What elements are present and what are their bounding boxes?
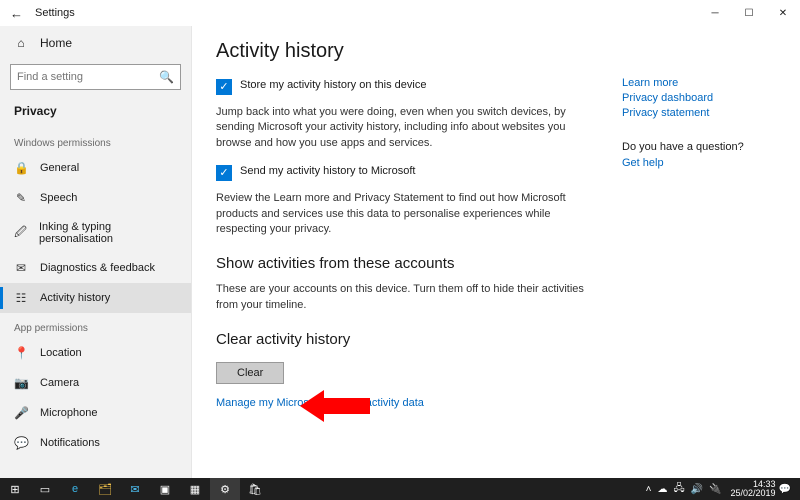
checkbox-label: Store my activity history on this device — [240, 79, 426, 91]
manage-link[interactable]: Manage my Microsoft account activity dat… — [216, 397, 598, 409]
group-app-permissions: App permissions — [0, 313, 191, 338]
sidebar-item-label: Location — [40, 347, 82, 359]
group-windows-permissions: Windows permissions — [0, 128, 191, 153]
checkbox-send-history[interactable]: ✓ Send my activity history to Microsoft — [216, 165, 598, 181]
sidebar-item-label: Microphone — [40, 407, 97, 419]
system-tray[interactable]: ˄ ☁ 🖧 🔊 🔌 14:33 25/02/2019 💬 — [643, 480, 800, 498]
maximize-button[interactable]: ☐ — [732, 0, 766, 26]
camera-icon: 📷 — [14, 376, 28, 390]
taskbar-app-explorer[interactable]: 🗂 — [90, 478, 120, 500]
home-label: Home — [40, 36, 72, 50]
checkbox-icon: ✓ — [216, 165, 232, 181]
description-send: Review the Learn more and Privacy Statem… — [216, 191, 598, 237]
window-title: Settings — [35, 7, 698, 19]
sidebar-item-label: Inking & typing personalisation — [39, 221, 177, 245]
description-store: Jump back into what you were doing, even… — [216, 105, 598, 151]
sidebar-item-general[interactable]: 🔒 General — [0, 153, 191, 183]
tray-network-icon[interactable]: 🖧 — [673, 481, 684, 498]
action-center-icon[interactable]: 💬 — [779, 484, 791, 495]
history-icon: ☷ — [14, 291, 28, 305]
speech-icon: ✎ — [14, 191, 28, 205]
sidebar-item-label: Camera — [40, 377, 79, 389]
help-question: Do you have a question? — [622, 141, 760, 153]
checkbox-icon: ✓ — [216, 79, 232, 95]
taskbar-clock[interactable]: 14:33 25/02/2019 — [731, 480, 776, 498]
sidebar-item-diagnostics[interactable]: ✉ Diagnostics & feedback — [0, 253, 191, 283]
sidebar: ⌂ Home 🔍 Privacy Windows permissions 🔒 G… — [0, 26, 192, 478]
sidebar-item-notifications[interactable]: 💬 Notifications — [0, 428, 191, 458]
checkbox-store-history[interactable]: ✓ Store my activity history on this devi… — [216, 79, 598, 95]
sidebar-category: Privacy — [0, 98, 191, 128]
search-input[interactable] — [17, 71, 159, 83]
sidebar-item-location[interactable]: 📍 Location — [0, 338, 191, 368]
title-bar: ← Settings ─ ☐ ✕ — [0, 0, 800, 26]
sidebar-item-camera[interactable]: 📷 Camera — [0, 368, 191, 398]
sidebar-item-activity-history[interactable]: ☷ Activity history — [0, 283, 191, 313]
location-icon: 📍 — [14, 346, 28, 360]
sidebar-item-label: Notifications — [40, 437, 100, 449]
sidebar-home[interactable]: ⌂ Home — [0, 30, 191, 56]
help-column: Learn more Privacy dashboard Privacy sta… — [622, 26, 772, 478]
description-accounts: These are your accounts on this device. … — [216, 282, 598, 313]
content-area: Activity history ✓ Store my activity his… — [192, 26, 800, 478]
search-icon: 🔍 — [159, 70, 174, 84]
taskbar-app-store[interactable]: 🛍 — [240, 478, 270, 500]
notifications-icon: 💬 — [14, 436, 28, 450]
section-accounts: Show activities from these accounts — [216, 255, 598, 272]
main-column: Activity history ✓ Store my activity his… — [192, 26, 622, 478]
get-help-link[interactable]: Get help — [622, 157, 760, 169]
tray-chevron-icon[interactable]: ˄ — [646, 484, 652, 495]
window-controls: ─ ☐ ✕ — [698, 0, 800, 26]
search-box[interactable]: 🔍 — [10, 64, 181, 90]
taskbar-app-mail[interactable]: ✉ — [120, 478, 150, 500]
privacy-statement-link[interactable]: Privacy statement — [622, 107, 760, 119]
home-icon: ⌂ — [14, 36, 28, 50]
clear-button[interactable]: Clear — [216, 362, 284, 384]
taskbar[interactable]: ⊞ ▭ e 🗂 ✉ ▣ ▦ ⚙ 🛍 ˄ ☁ 🖧 🔊 🔌 14:33 25/02/… — [0, 478, 800, 500]
lock-icon: 🔒 — [14, 161, 28, 175]
sidebar-item-label: General — [40, 162, 79, 174]
back-icon[interactable]: ← — [10, 6, 23, 21]
tray-volume-icon[interactable]: 🔊 — [691, 484, 703, 495]
sidebar-item-microphone[interactable]: 🎤 Microphone — [0, 398, 191, 428]
checkbox-label: Send my activity history to Microsoft — [240, 165, 415, 177]
page-title: Activity history — [216, 40, 598, 63]
sidebar-item-label: Activity history — [40, 292, 110, 304]
sidebar-item-speech[interactable]: ✎ Speech — [0, 183, 191, 213]
learn-more-link[interactable]: Learn more — [622, 77, 760, 89]
sidebar-item-label: Speech — [40, 192, 77, 204]
minimize-button[interactable]: ─ — [698, 0, 732, 26]
clock-date: 25/02/2019 — [731, 489, 776, 498]
feedback-icon: ✉ — [14, 261, 28, 275]
tray-onedrive-icon[interactable]: ☁ — [657, 484, 667, 495]
ink-icon: 🖉 — [14, 223, 27, 244]
privacy-dashboard-link[interactable]: Privacy dashboard — [622, 92, 760, 104]
section-clear: Clear activity history — [216, 331, 598, 348]
task-view-button[interactable]: ▭ — [30, 478, 60, 500]
taskbar-app-settings[interactable]: ⚙ — [210, 478, 240, 500]
taskbar-app-generic[interactable]: ▦ — [180, 478, 210, 500]
tray-battery-icon[interactable]: 🔌 — [709, 484, 721, 495]
taskbar-app-terminal[interactable]: ▣ — [150, 478, 180, 500]
microphone-icon: 🎤 — [14, 406, 28, 420]
close-button[interactable]: ✕ — [766, 0, 800, 26]
sidebar-item-label: Diagnostics & feedback — [40, 262, 155, 274]
taskbar-app-edge[interactable]: e — [60, 478, 90, 500]
start-button[interactable]: ⊞ — [0, 478, 30, 500]
sidebar-item-inking[interactable]: 🖉 Inking & typing personalisation — [0, 213, 191, 253]
